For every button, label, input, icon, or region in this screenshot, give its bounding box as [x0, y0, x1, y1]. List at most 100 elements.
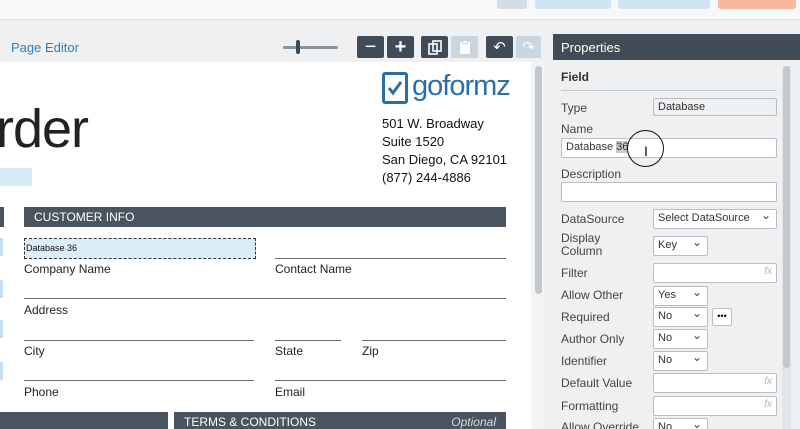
type-value: Database — [658, 101, 706, 113]
allow-other-select[interactable]: Yes — [653, 285, 708, 306]
field-marker — [0, 362, 3, 380]
author-only-value: No — [658, 332, 673, 344]
city-label: City — [24, 344, 45, 358]
formula-icon[interactable]: fx — [764, 399, 772, 410]
zoom-out-button[interactable]: − — [357, 36, 384, 58]
properties-scrollbar-thumb[interactable] — [783, 66, 790, 368]
clipboard-icon — [459, 39, 470, 54]
zoom-slider-handle[interactable] — [296, 40, 300, 54]
name-value: Database — [566, 141, 617, 153]
display-column-value: Key — [658, 239, 677, 251]
canvas-scrollbar-thumb[interactable] — [535, 66, 542, 294]
editor-toolbar: Page Editor − + ↶ ↷ — [0, 34, 541, 62]
minus-icon: − — [364, 35, 377, 58]
redo-icon: ↷ — [522, 39, 535, 56]
zoom-slider[interactable] — [283, 46, 338, 49]
customer-info-header: CUSTOMER INFO — [24, 207, 506, 227]
datasource-value: Select DataSource — [658, 212, 750, 224]
allow-other-label: Allow Other — [561, 288, 624, 302]
more-icon: ••• — [717, 311, 727, 321]
divider — [561, 90, 777, 91]
description-label: Description — [561, 167, 622, 181]
field-rule — [24, 298, 506, 299]
redo-button[interactable]: ↷ — [516, 36, 541, 58]
default-value-input[interactable]: fx — [653, 373, 777, 393]
zip-label: Zip — [362, 344, 379, 358]
filter-input[interactable]: fx — [653, 263, 777, 283]
required-value: No — [658, 310, 673, 322]
database-field-label: Database 36 — [26, 243, 78, 253]
author-only-label: Author Only — [561, 332, 625, 346]
undo-button[interactable]: ↶ — [486, 36, 513, 58]
type-label: Type — [561, 101, 588, 115]
address-line: San Diego, CA 92101 — [382, 152, 508, 167]
top-app-bar — [0, 0, 800, 20]
field-rule — [275, 340, 341, 341]
company-name-label: Company Name — [24, 262, 111, 276]
address-line: Suite 1520 — [382, 134, 445, 149]
required-label: Required — [561, 310, 610, 324]
datasource-select[interactable]: Select DataSource — [653, 208, 777, 229]
allow-override-select[interactable]: No — [653, 417, 708, 429]
display-column-select[interactable]: Key — [653, 235, 708, 256]
customer-info-label: CUSTOMER INFO — [34, 210, 135, 224]
phone-label: Phone — [24, 385, 59, 399]
identifier-select[interactable]: No — [653, 350, 708, 371]
page-editor-title: Page Editor — [11, 40, 79, 55]
email-label: Email — [275, 385, 306, 399]
display-column-label: Display Column — [561, 231, 603, 258]
app-root: Page Editor − + ↶ ↷ rder goformz 501 W. … — [0, 0, 800, 429]
formula-icon[interactable]: fx — [764, 266, 772, 277]
zoom-in-button[interactable]: + — [387, 36, 414, 58]
properties-panel: Properties Field Type Database Name Data… — [553, 34, 800, 429]
formatting-label: Formatting — [561, 399, 619, 413]
top-button[interactable] — [535, 0, 611, 9]
author-only-select[interactable]: No — [653, 328, 708, 349]
field-section-title: Field — [561, 70, 590, 84]
field-rule — [24, 340, 254, 341]
form-canvas[interactable]: rder goformz 501 W. Broadway Suite 1520 … — [0, 62, 531, 429]
filter-label: Filter — [561, 266, 588, 280]
top-button[interactable] — [497, 0, 527, 9]
section-bar-edge — [0, 207, 4, 227]
field-rule — [362, 340, 506, 341]
form-title: rder — [0, 99, 89, 159]
identifier-value: No — [658, 354, 673, 366]
copy-button[interactable] — [421, 36, 448, 58]
copy-icon — [427, 39, 442, 55]
plus-icon: + — [394, 35, 407, 58]
terms-header: TERMS & CONDITIONS Optional — [174, 412, 506, 429]
terms-label: TERMS & CONDITIONS — [184, 415, 317, 429]
type-field: Database — [653, 98, 777, 116]
goformz-logo: goformz — [412, 70, 511, 102]
address-line: 501 W. Broadway — [382, 116, 484, 131]
field-rule — [275, 380, 506, 381]
field-rule — [275, 258, 506, 259]
formula-icon[interactable]: fx — [764, 376, 772, 387]
address-label: Address — [24, 303, 69, 317]
top-button[interactable] — [618, 0, 710, 9]
formatting-input[interactable]: fx — [653, 396, 777, 416]
phone-number: (877) 244-4886 — [382, 170, 471, 185]
allow-other-value: Yes — [658, 289, 676, 301]
database-field-selected[interactable]: Database 36 — [24, 238, 256, 259]
name-label: Name — [561, 122, 594, 136]
field-marker — [0, 320, 3, 338]
undo-icon: ↶ — [493, 39, 506, 56]
goformz-logo-icon — [382, 72, 408, 104]
more-options-button[interactable]: ••• — [712, 308, 732, 326]
field-marker — [0, 280, 3, 298]
contact-name-label: Contact Name — [275, 262, 352, 276]
field-marker — [0, 238, 3, 256]
field-rule — [24, 380, 254, 381]
field-placeholder[interactable] — [0, 168, 32, 186]
default-value-label: Default Value — [561, 376, 633, 390]
name-input[interactable]: Database 36 — [561, 138, 777, 158]
paste-button[interactable] — [451, 36, 478, 58]
optional-label: Optional — [451, 415, 496, 429]
top-button[interactable] — [718, 0, 796, 9]
identifier-label: Identifier — [561, 354, 608, 368]
description-input[interactable] — [561, 182, 777, 202]
required-select[interactable]: No — [653, 306, 708, 327]
state-label: State — [275, 344, 304, 358]
